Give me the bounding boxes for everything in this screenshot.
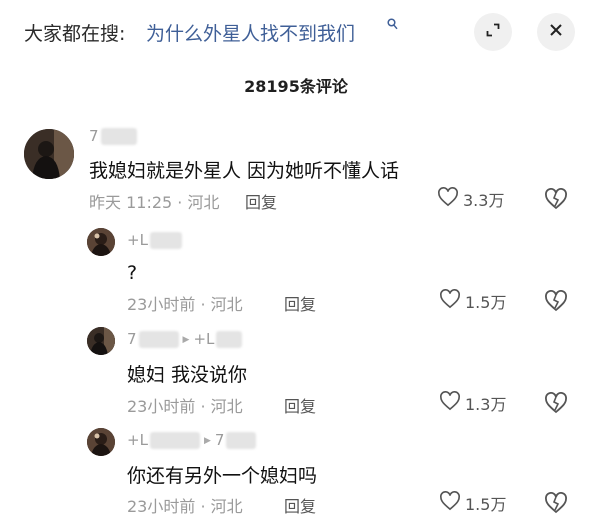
like-count: 1.3万 bbox=[465, 395, 507, 414]
like-count: 3.3万 bbox=[463, 191, 505, 210]
username-blur bbox=[149, 232, 182, 249]
broken-heart-icon[interactable] bbox=[544, 392, 568, 418]
broken-heart-icon[interactable] bbox=[544, 492, 568, 518]
search-prefix: 大家都在搜: bbox=[24, 23, 126, 45]
close-button[interactable] bbox=[537, 13, 575, 51]
heart-icon bbox=[439, 391, 465, 415]
reply-meta: 23小时前 · 河北 bbox=[127, 397, 243, 416]
reply-username[interactable]: +L bbox=[127, 231, 182, 249]
username-blur bbox=[216, 331, 243, 348]
username-blur bbox=[138, 331, 179, 348]
reply-username[interactable]: 7 ▶ +L bbox=[127, 330, 243, 348]
username-blur bbox=[149, 432, 200, 449]
avatar[interactable] bbox=[87, 327, 115, 355]
search-suggestion-link[interactable]: 为什么外星人找不到我们 bbox=[146, 19, 355, 46]
reply-meta: 23小时前 · 河北 bbox=[127, 497, 243, 516]
search-icon bbox=[387, 18, 398, 34]
heart-icon bbox=[439, 289, 465, 313]
heart-icon bbox=[439, 491, 465, 515]
reply-arrow-icon: ▶ bbox=[203, 435, 211, 446]
reply-text: ? bbox=[127, 262, 138, 284]
username-blur bbox=[226, 432, 257, 449]
reply-text: 媳妇 我没说你 bbox=[127, 364, 248, 386]
like-count: 1.5万 bbox=[465, 495, 507, 514]
avatar[interactable] bbox=[24, 129, 74, 179]
username-blur bbox=[100, 128, 137, 145]
like-button[interactable]: 3.3万 bbox=[437, 187, 504, 211]
reply-button[interactable]: 回复 bbox=[245, 189, 277, 213]
reply-meta: 23小时前 · 河北 bbox=[127, 295, 243, 314]
broken-heart-icon[interactable] bbox=[544, 188, 568, 214]
like-button[interactable]: 1.3万 bbox=[439, 391, 506, 415]
broken-heart-icon[interactable] bbox=[544, 290, 568, 316]
reply-username[interactable]: +L ▶ 7 bbox=[127, 431, 257, 449]
comment-username[interactable]: 7 bbox=[89, 127, 137, 145]
expand-button[interactable] bbox=[474, 13, 512, 51]
reply-button[interactable]: 回复 bbox=[284, 291, 316, 315]
reply-to-username[interactable]: +L bbox=[193, 330, 214, 348]
like-button[interactable]: 1.5万 bbox=[439, 491, 506, 515]
reply-text: 你还有另外一个媳妇吗 bbox=[127, 465, 318, 487]
avatar[interactable] bbox=[87, 428, 115, 456]
heart-icon bbox=[437, 187, 463, 211]
avatar[interactable] bbox=[87, 228, 115, 256]
comment-count: 28195条评论 bbox=[244, 77, 348, 96]
like-count: 1.5万 bbox=[465, 293, 507, 312]
reply-arrow-icon: ▶ bbox=[182, 334, 190, 345]
expand-icon bbox=[485, 22, 501, 42]
reply-to-username[interactable]: 7 bbox=[215, 431, 225, 449]
reply-button[interactable]: 回复 bbox=[284, 493, 316, 517]
comment-text: 我媳妇就是外星人 因为她听不懂人话 bbox=[89, 160, 400, 182]
reply-button[interactable]: 回复 bbox=[284, 393, 316, 417]
close-icon bbox=[548, 22, 564, 42]
like-button[interactable]: 1.5万 bbox=[439, 289, 506, 313]
comment-meta: 昨天 11:25 · 河北 bbox=[89, 193, 220, 212]
